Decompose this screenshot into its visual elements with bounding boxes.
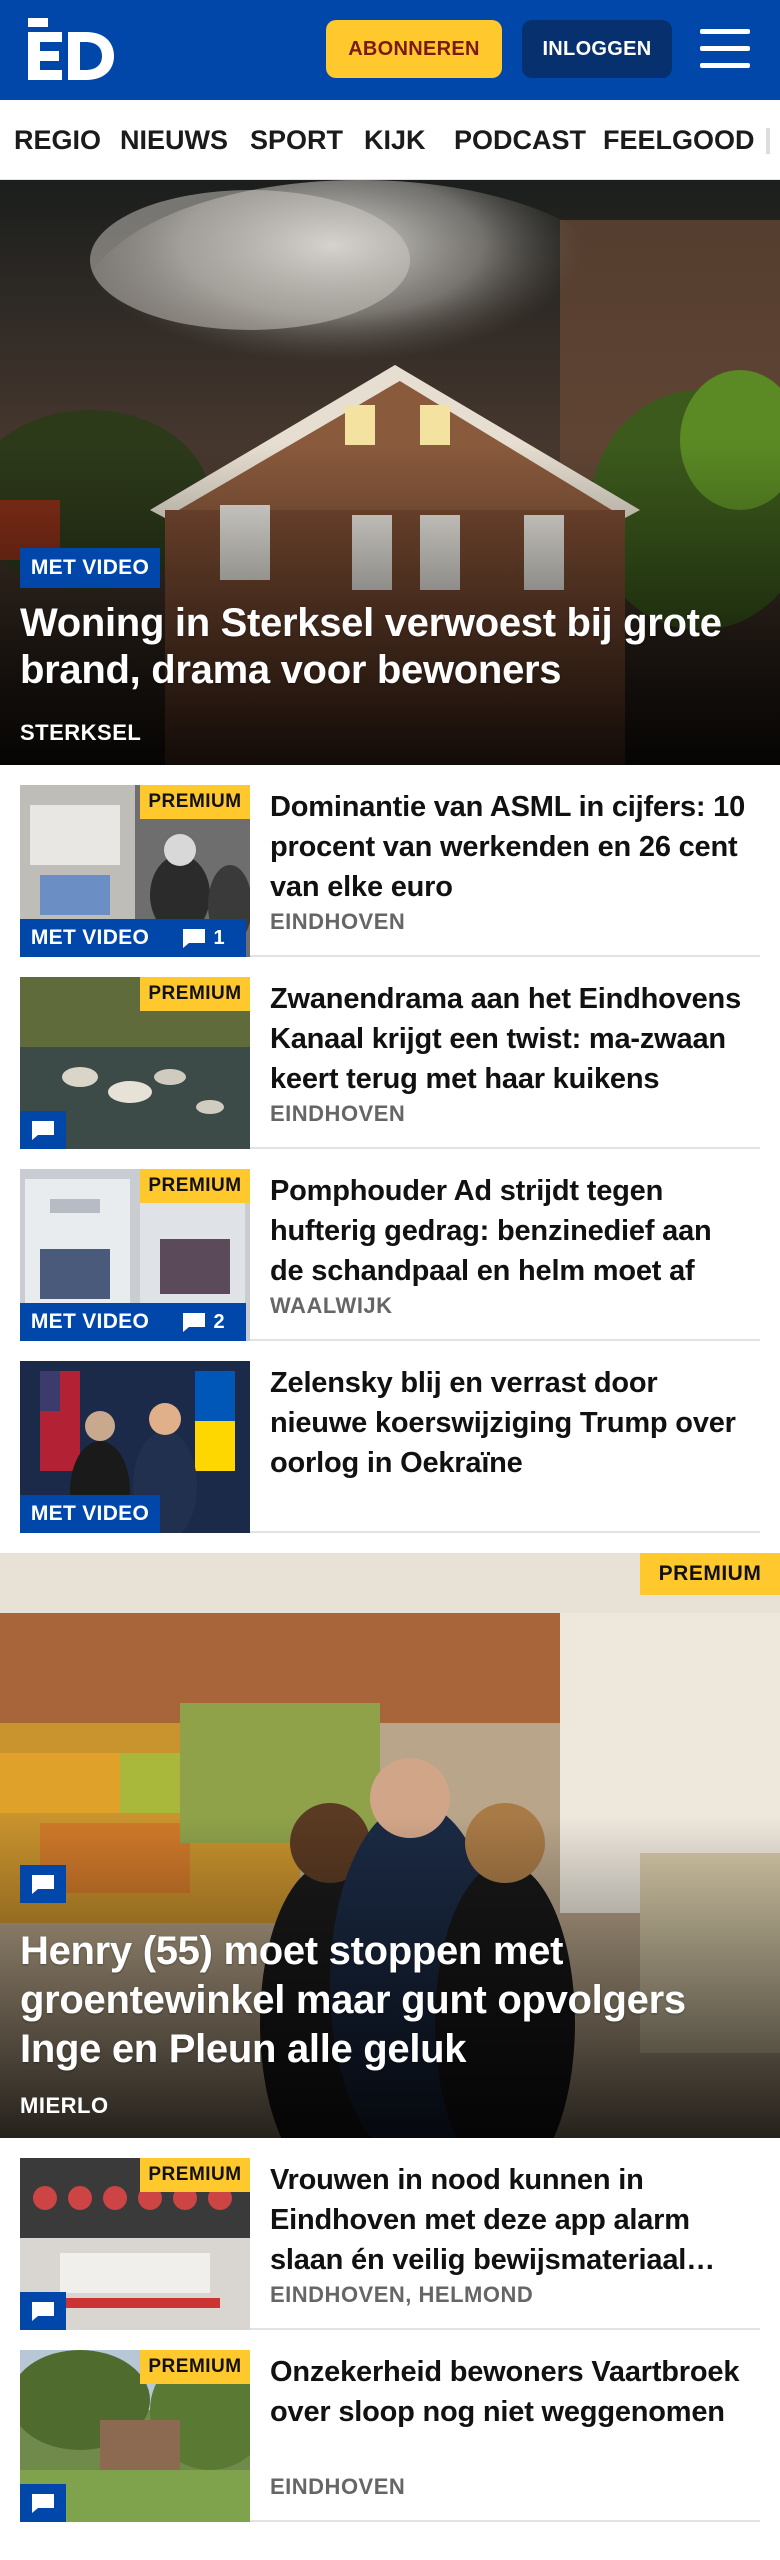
article-item[interactable]: PREMIUM Vrouwen in nood kunnen in Eindho… xyxy=(20,2138,760,2330)
comment-badge xyxy=(20,1111,66,1149)
nav-item-podcast[interactable]: PODCAST xyxy=(454,124,586,156)
top-bar: ABONNEREN INLOGGEN xyxy=(0,0,780,100)
article-item[interactable]: PREMIUM MET VIDEO 2 Pomphouder Ad strijd… xyxy=(20,1149,760,1341)
article-item[interactable]: PREMIUM MET VIDEO 1 Dominantie van ASML … xyxy=(20,765,760,957)
article-thumbnail: MET VIDEO xyxy=(20,1361,250,1533)
comment-badge xyxy=(20,2292,66,2330)
video-badge: MET VIDEO xyxy=(20,548,160,588)
ed-logo-mark xyxy=(28,18,114,80)
premium-badge: PREMIUM xyxy=(640,1553,780,1595)
comment-count-badge: 1 xyxy=(160,919,246,957)
comment-badge xyxy=(20,2484,66,2522)
article-title[interactable]: Onzekerheid bewoners Vaartbroek over slo… xyxy=(270,2352,750,2432)
hero-article[interactable]: MET VIDEO Woning in Sterksel verwoest bi… xyxy=(0,180,780,765)
section-nav: REGIO NIEUWS SPORT KIJK PODCAST FEELGOOD xyxy=(0,100,780,180)
video-badge: MET VIDEO xyxy=(20,1495,160,1533)
article-location: EINDHOVEN xyxy=(270,1101,406,1126)
comment-icon xyxy=(183,1313,206,1332)
comment-badge xyxy=(20,1865,66,1903)
premium-badge: PREMIUM xyxy=(140,2158,250,2192)
article-title[interactable]: Vrouwen in nood kunnen in Eindhoven met … xyxy=(270,2160,750,2280)
article-item[interactable]: MET VIDEO Zelensky blij en verrast door … xyxy=(20,1341,760,1533)
nav-item-kijk[interactable]: KIJK xyxy=(364,124,426,156)
comment-icon xyxy=(32,1875,54,1894)
ed-logo[interactable] xyxy=(26,18,116,80)
video-badge: MET VIDEO xyxy=(20,919,160,957)
article-thumbnail: PREMIUM xyxy=(20,977,250,1149)
premium-badge: PREMIUM xyxy=(140,977,250,1011)
premium-badge: PREMIUM xyxy=(140,2350,250,2384)
subscribe-button[interactable]: ABONNEREN xyxy=(326,20,502,78)
feature-location: MIERLO xyxy=(20,2093,109,2118)
article-title[interactable]: Dominantie van ASML in cijfers: 10 proce… xyxy=(270,787,750,907)
hamburger-icon[interactable] xyxy=(700,27,750,71)
comment-icon xyxy=(32,2302,54,2321)
article-location: EINDHOVEN, HELMOND xyxy=(270,2282,534,2307)
feature-title[interactable]: Henry (55) moet stoppen met groentewinke… xyxy=(20,1927,760,2074)
nav-item-sport[interactable]: SPORT xyxy=(250,124,343,156)
comment-count-badge: 2 xyxy=(160,1303,246,1341)
nav-overflow-indicator xyxy=(766,128,770,154)
premium-badge: PREMIUM xyxy=(140,785,250,819)
article-thumbnail: PREMIUM MET VIDEO 2 xyxy=(20,1169,250,1341)
article-location: EINDHOVEN xyxy=(270,2474,406,2499)
hero-location: STERKSEL xyxy=(20,720,142,745)
article-title[interactable]: Zelensky blij en verrast door nieuwe koe… xyxy=(270,1363,750,1483)
premium-badge: PREMIUM xyxy=(140,1169,250,1203)
nav-item-feelgood[interactable]: FEELGOOD xyxy=(603,124,755,156)
article-thumbnail: PREMIUM MET VIDEO 1 xyxy=(20,785,250,957)
feature-article[interactable]: PREMIUM Henry (55) moet stoppen met groe… xyxy=(0,1553,780,2138)
article-title[interactable]: Pomphouder Ad strijdt tegen hufterig ged… xyxy=(270,1171,750,1291)
video-badge: MET VIDEO xyxy=(20,1303,160,1341)
article-location: WAALWIJK xyxy=(270,1293,393,1318)
article-thumbnail: PREMIUM xyxy=(20,2158,250,2330)
comment-count: 1 xyxy=(213,926,225,949)
comment-count: 2 xyxy=(213,1310,225,1333)
nav-item-nieuws[interactable]: NIEUWS xyxy=(120,124,228,156)
login-button[interactable]: INLOGGEN xyxy=(522,20,672,78)
article-location: EINDHOVEN xyxy=(270,909,406,934)
comment-icon xyxy=(32,1121,54,1140)
article-thumbnail: PREMIUM xyxy=(20,2350,250,2522)
comment-icon xyxy=(183,929,206,948)
article-item[interactable]: PREMIUM Zwanendrama aan het Eindhovens K… xyxy=(20,957,760,1149)
hero-title[interactable]: Woning in Sterksel verwoest bij grote br… xyxy=(20,600,760,694)
comment-icon xyxy=(32,2494,54,2513)
article-title[interactable]: Zwanendrama aan het Eindhovens Kanaal kr… xyxy=(270,979,750,1099)
nav-item-regio[interactable]: REGIO xyxy=(14,124,101,156)
article-item[interactable]: PREMIUM Onzekerheid bewoners Vaartbroek … xyxy=(20,2330,760,2522)
